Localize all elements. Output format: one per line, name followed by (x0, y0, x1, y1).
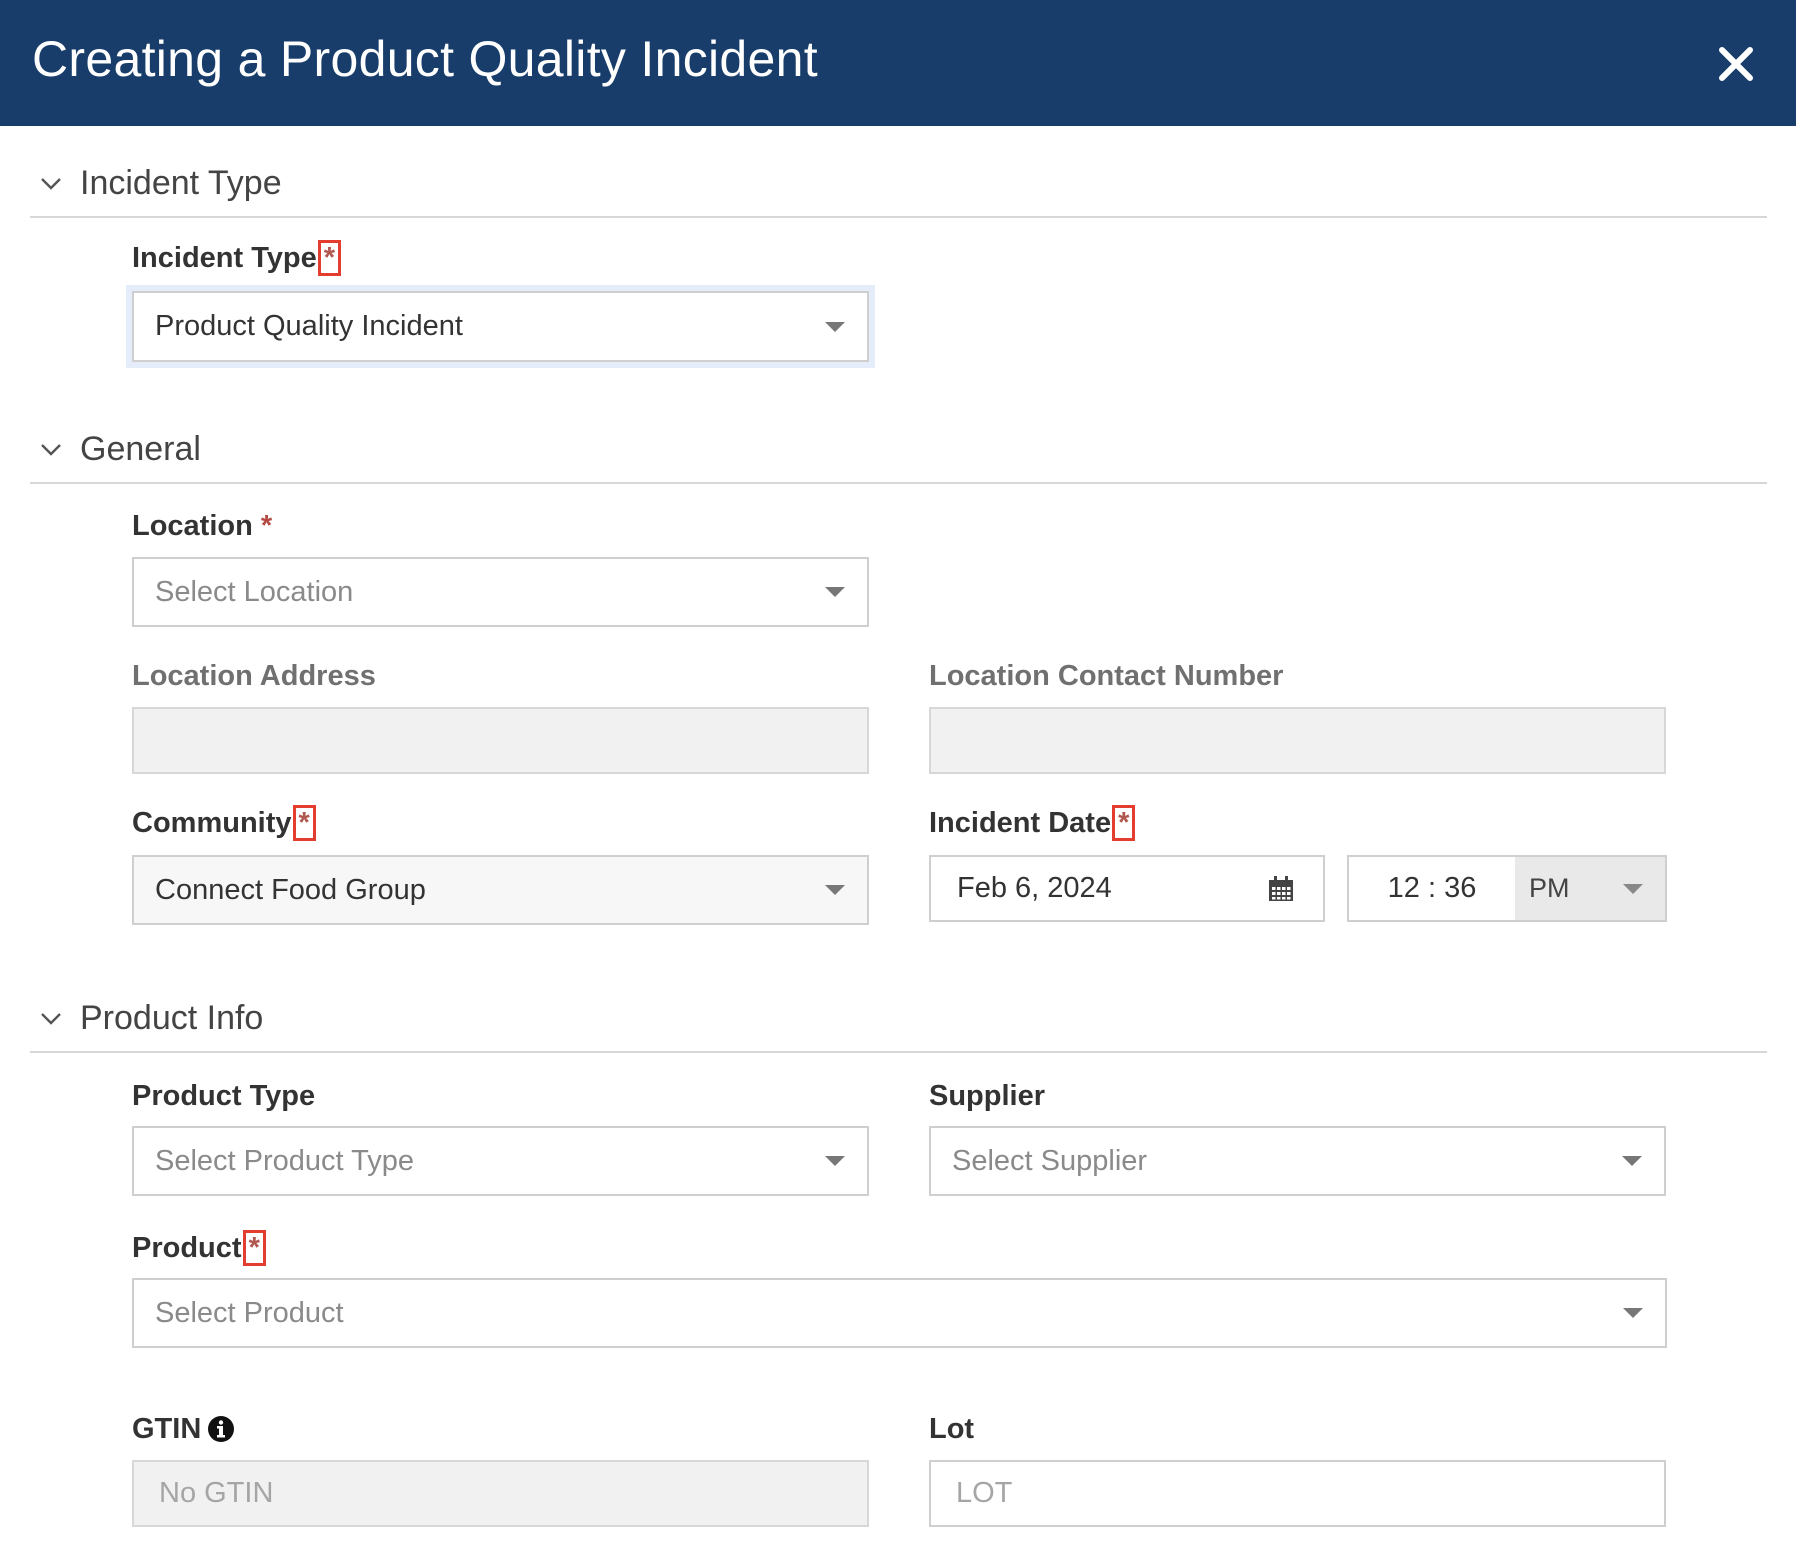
gtin-field: No GTIN (132, 1460, 869, 1527)
chevron-down-icon (1623, 883, 1643, 894)
chevron-down-icon (825, 1156, 845, 1166)
community-select[interactable]: Connect Food Group (132, 855, 869, 925)
required-marker: * (317, 240, 342, 276)
chevron-down-icon (1623, 1308, 1643, 1318)
incident-date-label: Incident Date * (929, 805, 1136, 841)
product-type-label: Product Type (132, 1080, 316, 1112)
location-select[interactable]: Select Location (132, 557, 869, 627)
required-marker: * (1112, 805, 1136, 841)
location-contact-label: Location Contact Number (929, 660, 1284, 692)
required-marker: * (260, 510, 273, 542)
modal-title: Creating a Product Quality Incident (32, 31, 818, 87)
required-marker: * (292, 805, 316, 841)
product-type-select[interactable]: Select Product Type (132, 1126, 869, 1196)
incident-time-input[interactable]: 12 : 36 (1347, 855, 1517, 922)
section-title: Product Info (80, 999, 264, 1037)
chevron-down-icon[interactable] (40, 172, 62, 194)
chevron-down-icon (825, 587, 845, 597)
incident-type-label: Incident Type * (132, 240, 342, 276)
chevron-down-icon (825, 321, 845, 332)
product-select[interactable]: Select Product (132, 1278, 1667, 1348)
lot-input[interactable]: LOT (929, 1460, 1666, 1527)
chevron-down-icon (1622, 1156, 1642, 1166)
gtin-label: GTIN (132, 1413, 235, 1446)
section-title: Incident Type (80, 164, 282, 202)
chevron-down-icon[interactable] (40, 1007, 62, 1029)
supplier-label: Supplier (929, 1080, 1046, 1112)
calendar-icon[interactable] (1267, 875, 1295, 903)
section-product-info[interactable]: Product Info (30, 985, 1767, 1053)
incident-type-select[interactable]: Product Quality Incident (132, 291, 869, 362)
section-incident-type[interactable]: Incident Type (30, 150, 1767, 218)
close-icon[interactable] (1714, 42, 1758, 86)
supplier-select[interactable]: Select Supplier (929, 1126, 1666, 1196)
location-contact-field (929, 707, 1666, 774)
section-title: General (80, 430, 201, 468)
product-label: Product * (132, 1230, 266, 1266)
required-marker: * (242, 1230, 266, 1266)
info-icon[interactable] (207, 1415, 235, 1443)
section-general[interactable]: General (30, 416, 1767, 484)
chevron-down-icon (825, 885, 845, 895)
ampm-select[interactable]: PM (1515, 855, 1667, 922)
location-label: Location * (132, 510, 273, 542)
location-address-field (132, 707, 869, 774)
lot-label: Lot (929, 1413, 975, 1445)
chevron-down-icon[interactable] (40, 438, 62, 460)
incident-date-input[interactable]: Feb 6, 2024 (929, 855, 1325, 922)
modal-header: Creating a Product Quality Incident (0, 0, 1796, 126)
location-address-label: Location Address (132, 660, 376, 692)
community-label: Community * (132, 805, 316, 841)
